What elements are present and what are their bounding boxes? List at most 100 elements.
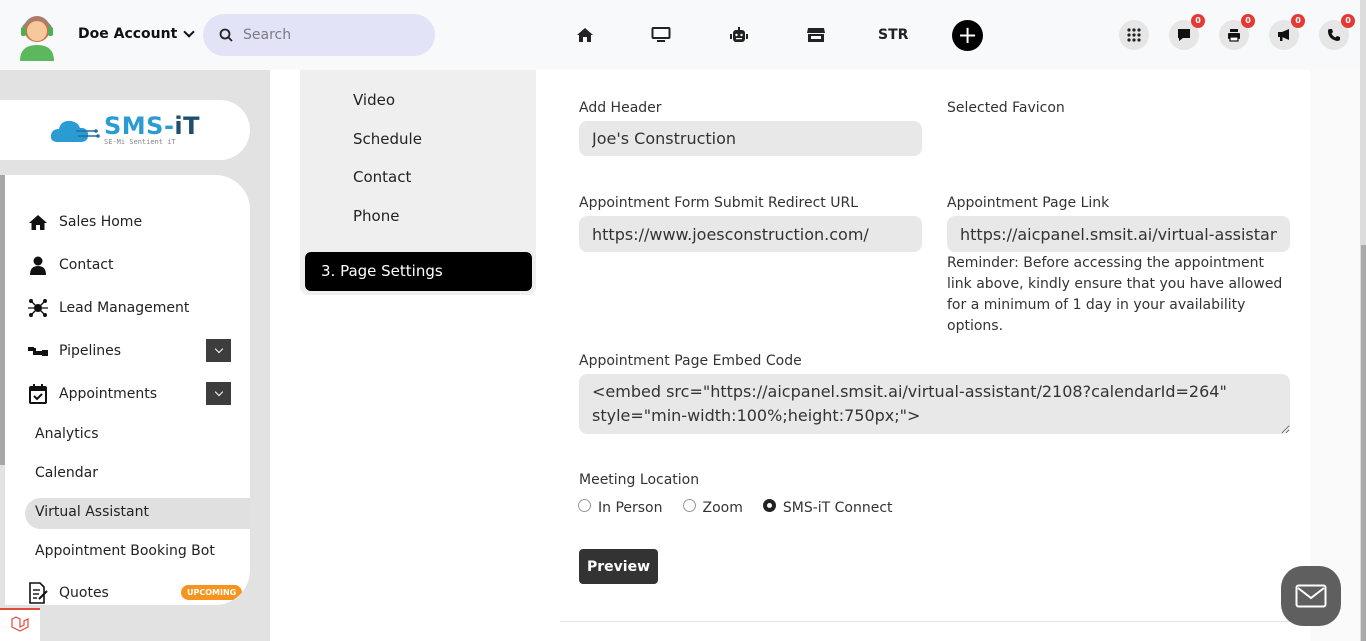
account-switcher[interactable]: Doe Account [78, 26, 195, 42]
redirect-url-label: Appointment Form Submit Redirect URL [579, 195, 859, 211]
radio-label: In Person [598, 500, 663, 516]
reminder-text: Reminder: Before accessing the appointme… [947, 255, 1283, 334]
network-icon [27, 297, 49, 319]
search-box[interactable] [203, 14, 435, 56]
sidebar-subitem-calendar[interactable]: Calendar [35, 465, 98, 481]
step-page-settings[interactable]: 3. Page Settings [305, 252, 532, 291]
sidebar-item-label: Lead Management [59, 300, 190, 316]
add-button[interactable]: + [952, 20, 983, 51]
megaphone-icon [1277, 29, 1289, 41]
page-link-label: Appointment Page Link [947, 195, 1110, 211]
sidebar-item-pipelines[interactable]: Pipelines [27, 340, 121, 362]
logo-tagline: SE-Mi Sentient iT [103, 138, 176, 146]
embed-code-textarea[interactable]: <embed src="https://aicpanel.smsit.ai/vi… [579, 374, 1290, 434]
home-nav-button[interactable] [574, 24, 596, 46]
meeting-location-label: Meeting Location [579, 472, 700, 488]
radio-in-person[interactable]: In Person [578, 498, 663, 516]
upcoming-badge: UPCOMING [181, 585, 243, 600]
apps-grid-button[interactable] [1119, 20, 1149, 50]
radio-zoom[interactable]: Zoom [682, 498, 743, 516]
sidebar-item-lead-management[interactable]: Lead Management [27, 297, 189, 319]
radio-button[interactable] [682, 498, 696, 512]
step-contact[interactable]: Contact [353, 168, 411, 186]
radio-button-selected[interactable] [762, 498, 776, 512]
plus-icon: + [957, 21, 978, 49]
chevron-down-icon [214, 387, 223, 397]
selected-favicon-label: Selected Favicon [947, 100, 1065, 116]
sidebar-item-label: Appointments [59, 386, 158, 402]
top-bar: Doe Account STR + 0 0 0 0 [0, 0, 1360, 70]
step-phone[interactable]: Phone [353, 207, 399, 225]
scrollbar-thumb[interactable] [1361, 245, 1366, 641]
messages-badge: 0 [1191, 14, 1205, 28]
sidebar-item-label: Quotes [59, 585, 109, 601]
sidebar-item-quotes[interactable]: Quotes [27, 582, 109, 604]
add-header-input[interactable] [579, 121, 922, 156]
account-name: Doe Account [78, 26, 178, 42]
sidebar-subitem-appointment-booking-bot[interactable]: Appointment Booking Bot [35, 543, 215, 559]
embed-code-label: Appointment Page Embed Code [579, 353, 802, 369]
grid-icon [1127, 28, 1141, 42]
str-nav-button[interactable]: STR [878, 27, 908, 43]
sidebar-item-appointments[interactable]: Appointments [27, 383, 157, 405]
robot-nav-button[interactable] [728, 24, 750, 46]
desktop-icon [651, 27, 671, 42]
envelope-icon [1295, 584, 1327, 608]
radio-button[interactable] [578, 498, 591, 512]
meeting-location-radio-group: In Person Zoom SMS-iT Connect [578, 498, 913, 516]
divider [560, 621, 1310, 622]
sidebar-subitem-virtual-assistant[interactable]: Virtual Assistant [35, 504, 149, 520]
messages-button[interactable]: 0 [1169, 14, 1205, 50]
printer-badge: 0 [1241, 14, 1255, 28]
logo-wordmark: SMS-iT [103, 112, 201, 140]
debug-toolbar-button[interactable] [0, 608, 40, 641]
home-icon [577, 28, 593, 42]
pipeline-icon [27, 340, 49, 362]
user-icon [27, 254, 49, 276]
step-video[interactable]: Video [353, 91, 395, 109]
phone-icon [1328, 29, 1340, 41]
steps-panel: Video Schedule Contact Phone 3. Page Set… [300, 70, 536, 295]
cloud-logo-icon [50, 120, 100, 142]
add-header-label: Add Header [579, 100, 662, 116]
appointments-expand-button[interactable] [206, 382, 231, 405]
redirect-url-input[interactable] [579, 216, 922, 252]
home-icon [27, 211, 49, 233]
sidebar-subitem-analytics[interactable]: Analytics [35, 426, 99, 442]
page-link-input[interactable] [947, 216, 1290, 252]
store-icon [807, 28, 825, 42]
calls-button[interactable]: 0 [1319, 14, 1355, 50]
step-schedule[interactable]: Schedule [353, 130, 422, 148]
radio-smsit-connect[interactable]: SMS-iT Connect [762, 498, 893, 516]
desktop-nav-button[interactable] [650, 24, 672, 46]
message-icon [1178, 29, 1190, 41]
announcements-badge: 0 [1291, 14, 1305, 28]
printer-icon [1228, 29, 1240, 42]
calls-badge: 0 [1341, 14, 1355, 28]
search-input[interactable] [243, 27, 413, 43]
printer-button[interactable]: 0 [1219, 14, 1255, 50]
sidebar-item-label: Sales Home [59, 214, 143, 230]
search-icon [219, 28, 233, 42]
chat-support-button[interactable] [1281, 566, 1341, 626]
quote-document-icon [27, 582, 49, 604]
robot-icon [730, 27, 748, 42]
sidebar-item-label: Contact [59, 257, 114, 273]
radio-label: Zoom [702, 500, 743, 516]
sidebar-menu: Sales Home Contact Lead Management Pipel… [5, 175, 250, 605]
preview-button[interactable]: Preview [579, 549, 658, 584]
sidebar-item-sales-home[interactable]: Sales Home [27, 211, 142, 233]
chevron-down-icon [183, 26, 195, 38]
laravel-icon [11, 615, 29, 632]
user-avatar[interactable] [16, 11, 58, 61]
sidebar-item-label: Pipelines [59, 343, 122, 359]
announcements-button[interactable]: 0 [1269, 14, 1305, 50]
pipelines-expand-button[interactable] [206, 339, 231, 362]
sidebar-item-contact[interactable]: Contact [27, 254, 113, 276]
page-scrollbar[interactable] [1360, 0, 1366, 641]
right-gutter [1310, 70, 1360, 641]
chevron-down-icon [214, 344, 223, 354]
logo-card[interactable]: SMS-iT SE-Mi Sentient iT [0, 100, 250, 160]
store-nav-button[interactable] [805, 24, 827, 46]
radio-label: SMS-iT Connect [782, 500, 893, 516]
